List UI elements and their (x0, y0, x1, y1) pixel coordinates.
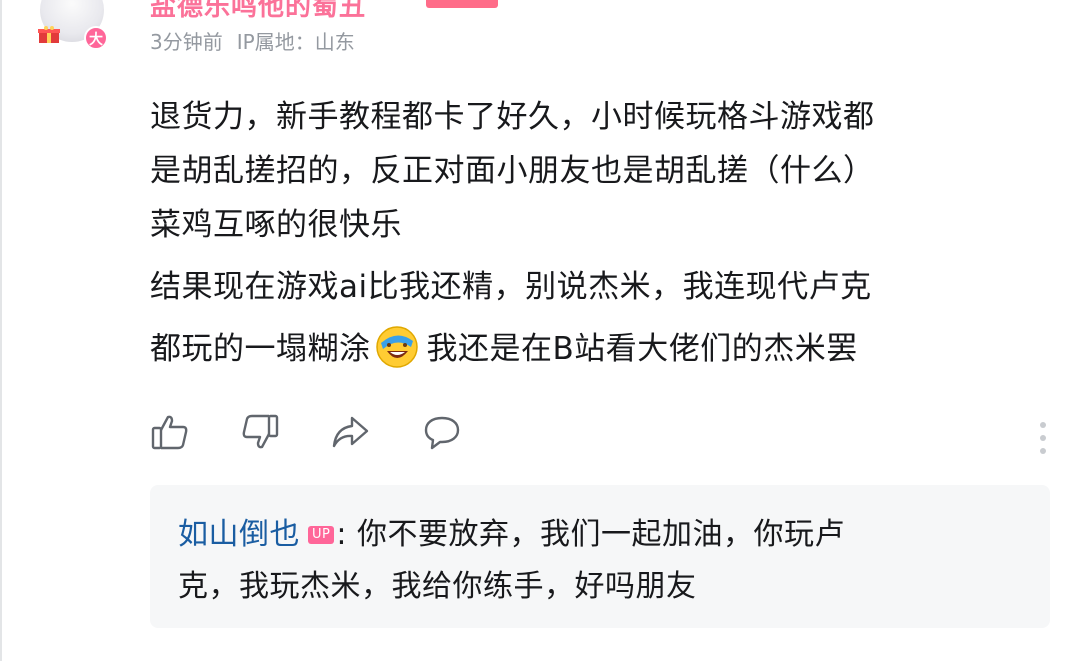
fan-medal-badge (426, 0, 498, 8)
reply-text: 如山倒也 UP: 你不要放弃，我们一起加油，你玩卢 克，我玩杰米，我给你练手，好吗… (178, 509, 1022, 613)
laughing-crying-emoji-icon (375, 326, 418, 368)
avatar-container[interactable]: 大 (34, 0, 114, 58)
level-badge: 大 (84, 26, 108, 50)
comment-line-2: 是胡乱搓招的，反正对面小朋友也是胡乱搓（什么） (150, 153, 875, 189)
comment-line-5-after: 我还是在B站看大佬们的杰米罢 (426, 331, 858, 367)
comment-line-4: 结果现在游戏ai比我还精，别说杰米，我连现代卢克 (150, 269, 872, 305)
share-button[interactable] (330, 412, 374, 456)
comment-time: 3分钟前 (150, 30, 223, 54)
comment-username[interactable]: 盐德乐鸣他的蜀丑 (150, 0, 366, 23)
up-badge: UP (308, 526, 335, 544)
gift-icon (38, 26, 60, 43)
comment-icon (424, 416, 460, 450)
thumbs-up-icon (151, 415, 188, 450)
comment-line-5: 都玩的一塌糊涂 我还是在B站看大佬们的杰米罢 (150, 322, 1040, 376)
reply-button[interactable] (422, 412, 466, 456)
share-icon (332, 416, 369, 448)
comment-content: 退货力，新手教程都卡了好久，小时候玩格斗游戏都 是胡乱搓招的，反正对面小朋友也是… (150, 90, 1040, 376)
comment-meta: 3分钟前 IP属地：山东 (150, 26, 355, 55)
comment-ip-location: IP属地：山东 (236, 30, 355, 54)
more-vertical-icon[interactable] (1036, 418, 1050, 458)
reply-separator: : (336, 517, 347, 552)
thumbs-down-icon (242, 414, 279, 449)
comment-actions (150, 412, 1050, 462)
reply-text-line-2: 克，我玩杰米，我给你练手，好吗朋友 (178, 569, 697, 604)
comment-line-1: 退货力，新手教程都卡了好久，小时候玩格斗游戏都 (150, 99, 875, 135)
comment-line-5-before: 都玩的一塌糊涂 (150, 331, 371, 367)
reply-preview-box[interactable]: 如山倒也 UP: 你不要放弃，我们一起加油，你玩卢 克，我玩杰米，我给你练手，好吗… (150, 485, 1050, 628)
left-border (0, 0, 2, 661)
like-button[interactable] (150, 412, 194, 456)
dislike-button[interactable] (240, 412, 284, 456)
reply-text-line-1: 你不要放弃，我们一起加油，你玩卢 (357, 517, 846, 552)
comment-line-3: 菜鸡互啄的很快乐 (150, 207, 402, 243)
reply-username[interactable]: 如山倒也 (178, 517, 300, 552)
